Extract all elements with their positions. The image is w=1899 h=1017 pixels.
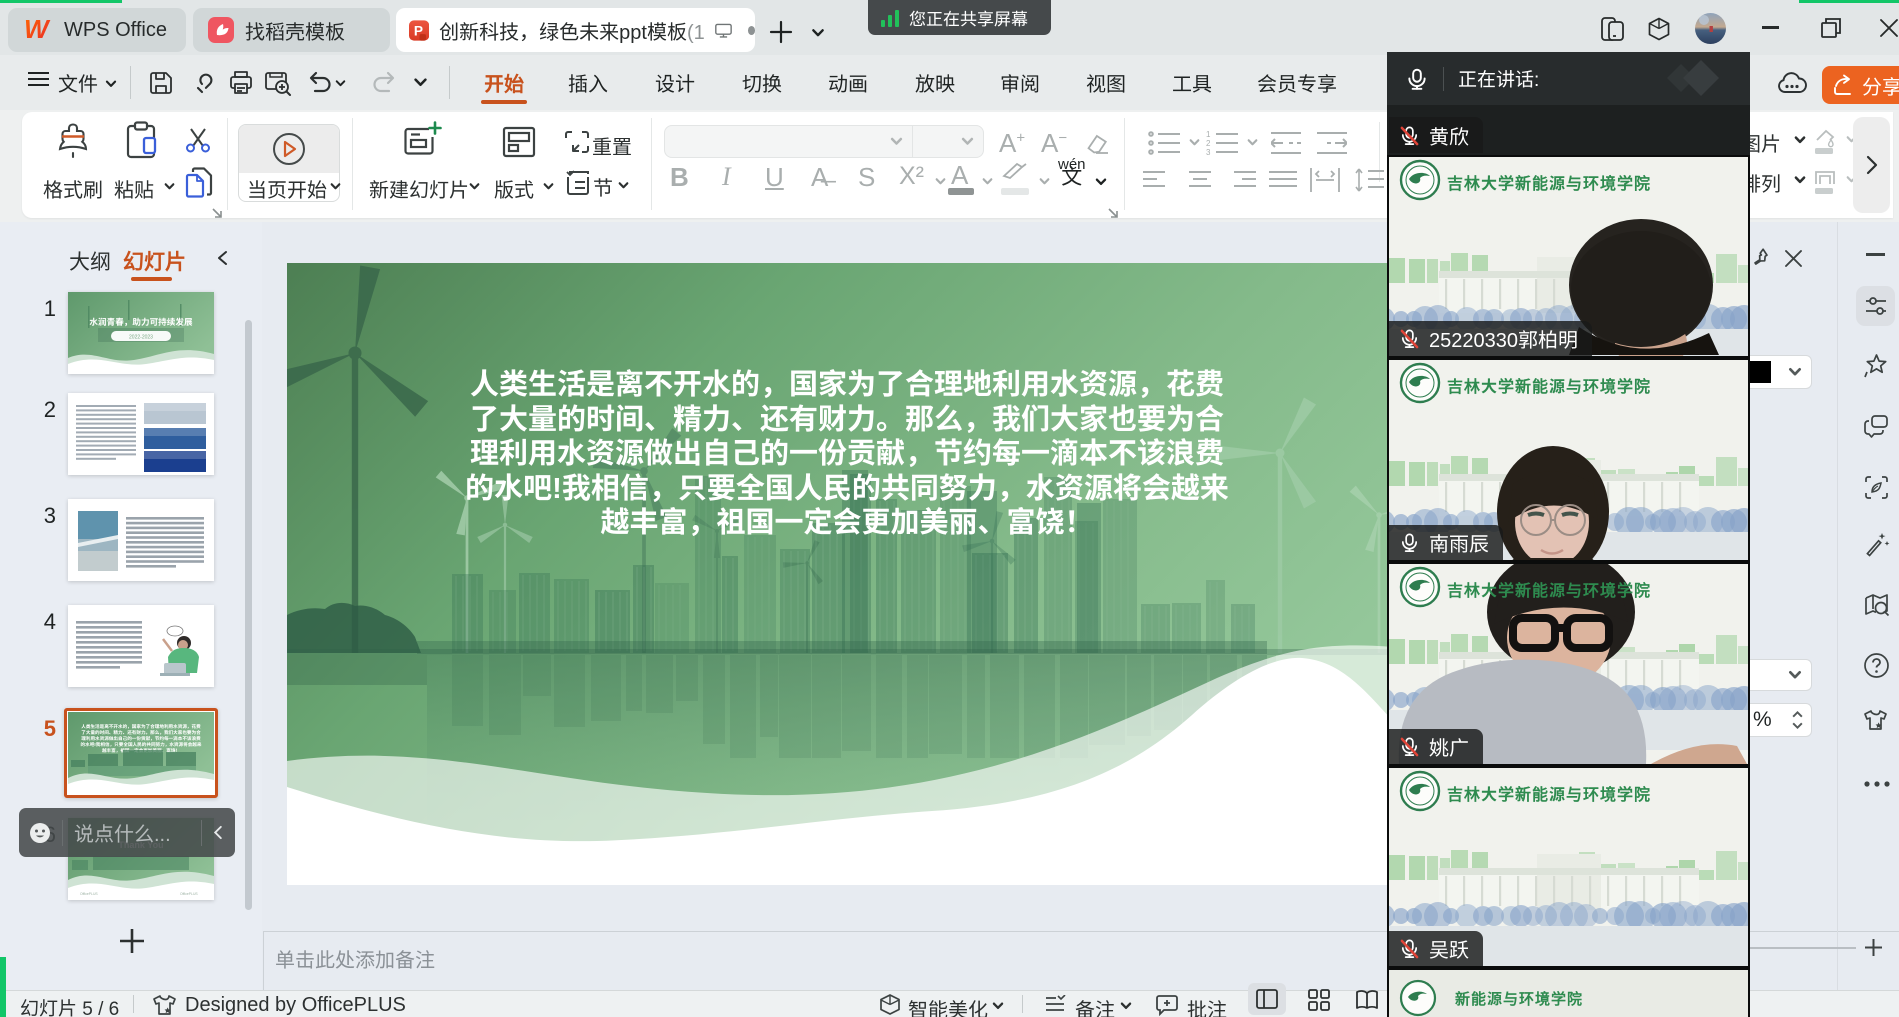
svg-text:1: 1 xyxy=(1206,130,1211,139)
svg-text:3: 3 xyxy=(1206,148,1211,156)
svg-text:了大量的时间、精力、还有财力。那么，我们大家也要为合: 了大量的时间、精力、还有财力。那么，我们大家也要为合 xyxy=(81,730,201,735)
svg-text:OfficePLUS: OfficePLUS xyxy=(180,892,198,896)
svg-text:理利用水资源做出自己的一份贡献，节约每一滴本不该浪费: 理利用水资源做出自己的一份贡献，节约每一滴本不该浪费 xyxy=(81,736,201,741)
svg-text:P: P xyxy=(414,23,423,38)
svg-text:人类生活是离不开水的，国家为了合理地利用水资源，花费: 人类生活是离不开水的，国家为了合理地利用水资源，花费 xyxy=(81,724,201,729)
svg-text:2: 2 xyxy=(1206,139,1211,148)
svg-text:的水吧!我相信，只要全国人民的共同努力，水资源将会越来: 的水吧!我相信，只要全国人民的共同努力，水资源将会越来 xyxy=(81,742,202,747)
svg-text:W: W xyxy=(24,18,51,42)
svg-text:水润青春，助力可持续发展: 水润青春，助力可持续发展 xyxy=(89,317,193,327)
svg-text:OfficePLUS: OfficePLUS xyxy=(80,892,98,896)
svg-text:2022-2023: 2022-2023 xyxy=(129,335,153,341)
